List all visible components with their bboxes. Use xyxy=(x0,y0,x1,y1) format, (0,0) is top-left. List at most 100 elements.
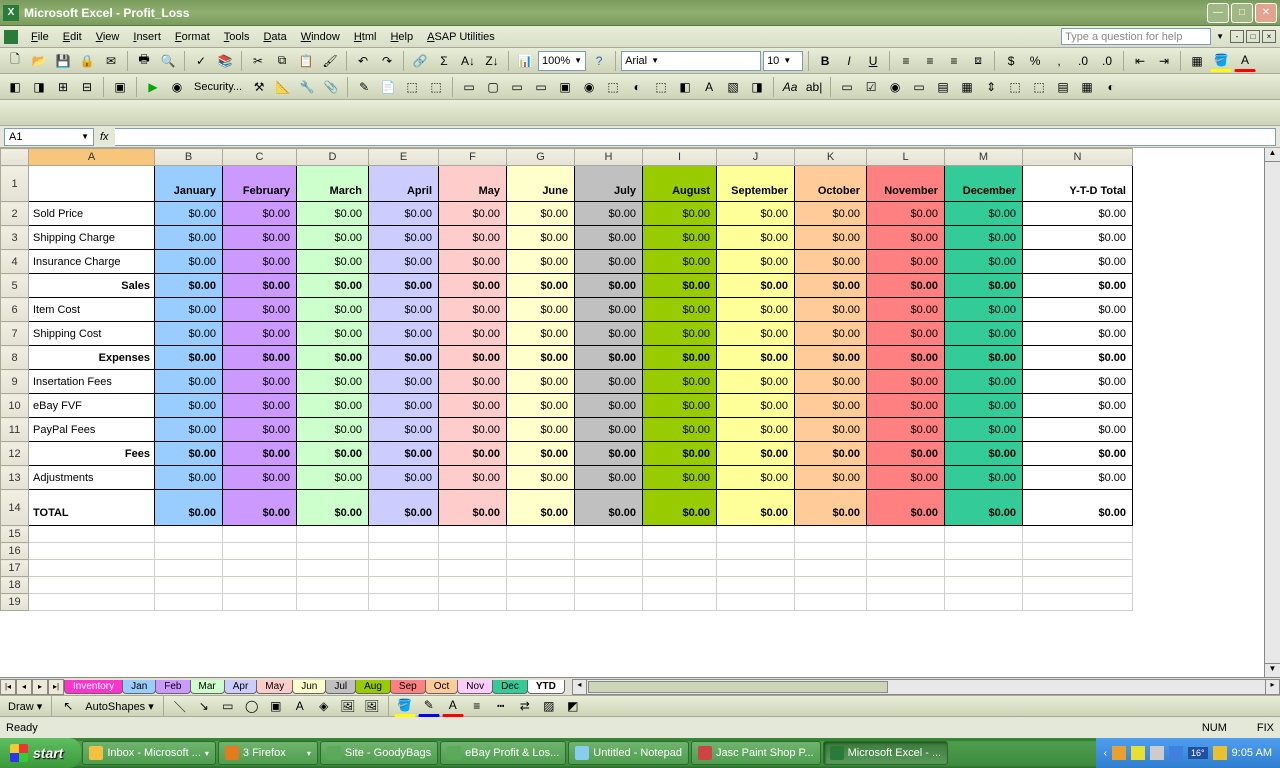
cell[interactable] xyxy=(945,526,1023,543)
cell[interactable]: $0.00 xyxy=(1023,202,1133,226)
tray-icon[interactable] xyxy=(1112,746,1126,760)
cell[interactable]: Item Cost xyxy=(29,298,155,322)
cell[interactable]: $0.00 xyxy=(717,250,795,274)
menu-view[interactable]: View xyxy=(89,29,127,45)
dash-style-icon[interactable]: ┅ xyxy=(490,695,512,717)
row-header[interactable]: 11 xyxy=(1,418,29,442)
minimize-button[interactable]: — xyxy=(1207,3,1229,23)
cell[interactable]: $0.00 xyxy=(575,202,643,226)
menu-tools[interactable]: Tools xyxy=(217,29,257,45)
cell[interactable]: $0.00 xyxy=(369,394,439,418)
row-header[interactable]: 9 xyxy=(1,370,29,394)
fill-color-icon[interactable]: 🪣 xyxy=(1210,50,1232,72)
cell[interactable] xyxy=(29,577,155,594)
cell[interactable] xyxy=(795,560,867,577)
cell[interactable]: $0.00 xyxy=(369,250,439,274)
tool-icon[interactable]: ✎ xyxy=(353,76,375,98)
tab-nav-prev-icon[interactable]: ◂ xyxy=(16,679,32,695)
cell[interactable]: Insurance Charge xyxy=(29,250,155,274)
tray-icon[interactable] xyxy=(1131,746,1145,760)
cell[interactable]: $0.00 xyxy=(1023,370,1133,394)
line-color-icon[interactable]: ✎ xyxy=(418,695,440,717)
currency-icon[interactable]: $ xyxy=(1000,50,1022,72)
tool-icon[interactable]: ▭ xyxy=(506,76,528,98)
cell[interactable]: $0.00 xyxy=(507,322,575,346)
spreadsheet-grid[interactable]: ABCDEFGHIJKLMN1JanuaryFebruaryMarchApril… xyxy=(0,148,1280,677)
cell[interactable]: $0.00 xyxy=(369,442,439,466)
column-header[interactable]: L xyxy=(867,149,945,166)
cell[interactable] xyxy=(867,543,945,560)
row-header[interactable]: 13 xyxy=(1,466,29,490)
cell[interactable]: $0.00 xyxy=(507,370,575,394)
tool-icon[interactable]: ▤ xyxy=(932,76,954,98)
cell[interactable] xyxy=(439,560,507,577)
cell[interactable]: $0.00 xyxy=(439,298,507,322)
textbox-icon[interactable]: ▣ xyxy=(265,695,287,717)
increase-decimal-icon[interactable]: .0 xyxy=(1072,50,1094,72)
help-dropdown-icon[interactable]: ▼ xyxy=(1216,32,1224,41)
tray-chevron-icon[interactable]: ‹ xyxy=(1104,748,1107,759)
cell[interactable] xyxy=(1023,560,1133,577)
column-header[interactable]: N xyxy=(1023,149,1133,166)
save-icon[interactable]: 💾 xyxy=(52,50,74,72)
cell[interactable]: $0.00 xyxy=(155,346,223,370)
cell[interactable]: Fees xyxy=(29,442,155,466)
tool-icon[interactable]: ⬚ xyxy=(1004,76,1026,98)
row-header[interactable]: 17 xyxy=(1,560,29,577)
cell[interactable]: $0.00 xyxy=(223,370,297,394)
cell[interactable] xyxy=(575,594,643,611)
cell[interactable]: $0.00 xyxy=(369,202,439,226)
format-painter-icon[interactable]: 🖌 xyxy=(319,50,341,72)
tool-icon[interactable]: 📐 xyxy=(272,76,294,98)
cell[interactable]: $0.00 xyxy=(507,442,575,466)
doc-minimize-button[interactable]: - xyxy=(1230,30,1244,43)
shadow-icon[interactable]: ▨ xyxy=(538,695,560,717)
cell[interactable]: $0.00 xyxy=(717,226,795,250)
underline-icon[interactable]: U xyxy=(862,50,884,72)
header-cell[interactable]: May xyxy=(439,166,507,202)
header-cell[interactable]: April xyxy=(369,166,439,202)
column-header[interactable]: A xyxy=(29,149,155,166)
cell[interactable] xyxy=(439,594,507,611)
cell[interactable] xyxy=(1023,526,1133,543)
copy-icon[interactable]: ⧉ xyxy=(271,50,293,72)
cell[interactable] xyxy=(369,560,439,577)
cell[interactable]: $0.00 xyxy=(795,346,867,370)
cell[interactable] xyxy=(867,526,945,543)
start-button[interactable]: start xyxy=(0,738,81,768)
cell[interactable] xyxy=(643,594,717,611)
cell[interactable] xyxy=(795,577,867,594)
cell[interactable]: $0.00 xyxy=(439,226,507,250)
tool-icon[interactable]: 🔧 xyxy=(296,76,318,98)
column-header[interactable]: J xyxy=(717,149,795,166)
cell[interactable] xyxy=(155,560,223,577)
cell[interactable]: $0.00 xyxy=(795,442,867,466)
tool-icon[interactable]: ⊞ xyxy=(52,76,74,98)
cell[interactable]: $0.00 xyxy=(643,274,717,298)
align-left-icon[interactable]: ≡ xyxy=(895,50,917,72)
sheet-tab-apr[interactable]: Apr xyxy=(224,680,258,694)
cell[interactable] xyxy=(945,577,1023,594)
column-header[interactable]: K xyxy=(795,149,867,166)
cell[interactable]: $0.00 xyxy=(867,226,945,250)
cell[interactable]: $0.00 xyxy=(223,226,297,250)
hyperlink-icon[interactable]: 🔗 xyxy=(409,50,431,72)
menu-html[interactable]: Html xyxy=(347,29,384,45)
horizontal-scrollbar[interactable]: ◂ ▸ xyxy=(572,679,1280,695)
tool-icon[interactable]: ⊟ xyxy=(76,76,98,98)
column-header[interactable]: D xyxy=(297,149,369,166)
cell[interactable]: $0.00 xyxy=(945,490,1023,526)
header-cell[interactable]: June xyxy=(507,166,575,202)
oval-icon[interactable]: ◯ xyxy=(241,695,263,717)
cell[interactable]: $0.00 xyxy=(155,442,223,466)
borders-icon[interactable]: ▦ xyxy=(1186,50,1208,72)
cell[interactable] xyxy=(223,526,297,543)
cut-icon[interactable]: ✂ xyxy=(247,50,269,72)
tool-icon[interactable]: Aa xyxy=(779,76,801,98)
cell[interactable]: $0.00 xyxy=(1023,274,1133,298)
tool-icon[interactable]: A xyxy=(698,76,720,98)
cell[interactable] xyxy=(795,594,867,611)
tray-icon[interactable] xyxy=(1213,746,1227,760)
cell[interactable]: $0.00 xyxy=(575,394,643,418)
cell[interactable]: $0.00 xyxy=(297,490,369,526)
